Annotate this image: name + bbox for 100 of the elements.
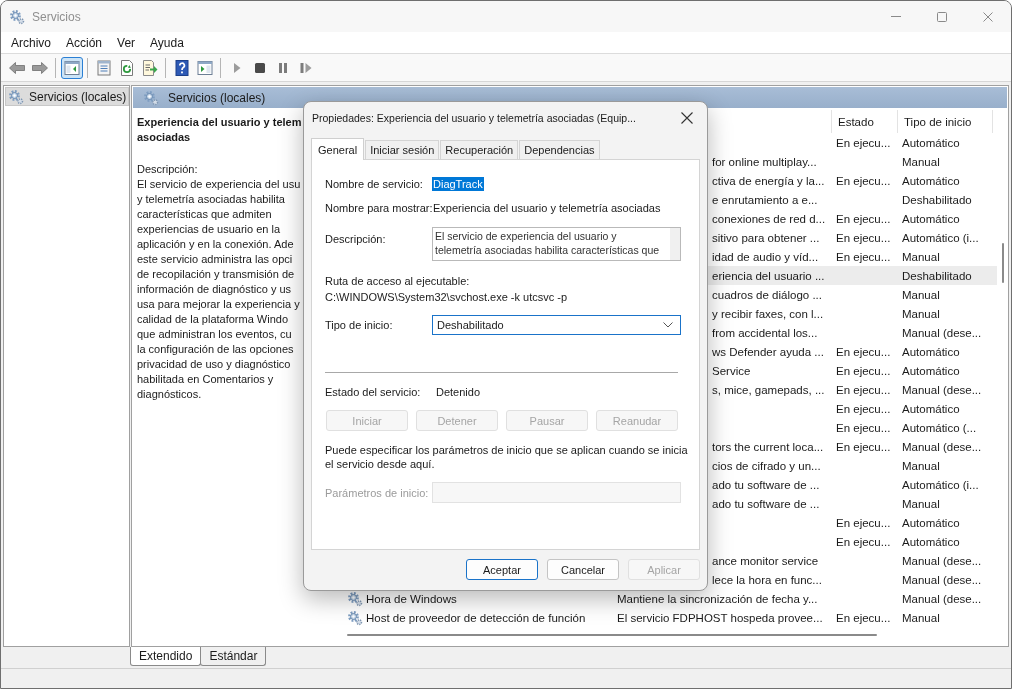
table-cell: ado tu software de ... xyxy=(712,478,820,491)
table-cell: ws Defender ayuda ... xyxy=(712,345,824,358)
column-header[interactable]: Estado xyxy=(838,115,874,128)
table-cell: En ejecu... xyxy=(836,231,891,244)
table-cell: Service xyxy=(712,364,751,377)
table-cell: Manual xyxy=(902,497,940,510)
table-cell: Manual xyxy=(902,459,940,472)
dialog-button[interactable]: Aceptar xyxy=(466,559,538,580)
table-cell: for online multiplay... xyxy=(712,155,817,168)
right-arrow-icon xyxy=(31,59,48,76)
table-row[interactable]: Hora de Windows Mantiene la sincronización de fecha y... Manual (dese... xyxy=(342,589,997,608)
table-cell: eriencia del usuario ... xyxy=(712,269,825,282)
table-cell: Automático (i... xyxy=(902,478,979,491)
table-cell: Automático xyxy=(902,212,960,225)
table-cell: s, mice, gamepads, ... xyxy=(712,383,825,396)
service-description: El servicio de experiencia del usu y telemetría asociadas habilita características que admiten experiencias de usuario en la aplicación y en la conexión. Ade este servicio administra las opci de recopilación y transmisión de información de diagnóstico y us usa para mejorar la experiencia y calidad de la plataforma Windo que administran los eventos, cu la configuración de las opciones privacidad de uso y diagnóstico habilitada en Comentarios y diagnósticos. xyxy=(137,177,301,402)
field-label: Descripción: xyxy=(325,232,387,246)
table-cell: Automático xyxy=(902,402,960,415)
table-cell: En ejecu... xyxy=(836,402,891,415)
service-title: Experiencia del usuario y telem asociadas xyxy=(137,115,302,145)
table-cell: conexiones de red d... xyxy=(712,212,826,225)
window-pane-icon xyxy=(63,59,80,76)
table-cell: Automático xyxy=(902,364,960,377)
table-cell: tors the current loca... xyxy=(712,440,824,453)
table-cell: En ejecu... xyxy=(836,174,891,187)
tab[interactable]: Recuperación xyxy=(440,140,519,159)
menu-item[interactable]: Ayuda xyxy=(143,33,191,52)
table-cell: En ejecu... xyxy=(836,136,891,149)
field-label: Nombre de servicio: xyxy=(325,177,424,191)
document-list-icon xyxy=(95,59,112,76)
view-tab[interactable]: Estándar xyxy=(200,647,267,666)
maximize-icon xyxy=(937,11,947,22)
table-cell: Automático xyxy=(902,535,960,548)
help-icon xyxy=(173,59,190,76)
table-cell: ado tu software de ... xyxy=(712,497,820,510)
field-label: Estado del servicio: xyxy=(325,385,422,399)
table-cell: Manual (dese... xyxy=(902,554,982,567)
table-cell: Manual (dese... xyxy=(902,383,982,396)
table-cell: Automático xyxy=(902,345,960,358)
field-value: C:\WINDOWS\System32\svchost.exe -k utcsvc -p xyxy=(325,290,568,304)
table-cell: Manual (dese... xyxy=(902,326,982,339)
window-title: Servicios xyxy=(32,9,81,24)
field-label: Ruta de acceso al ejecutable: xyxy=(325,274,470,288)
menu-item[interactable]: Acción xyxy=(59,33,110,52)
table-cell: Deshabilitado xyxy=(902,269,972,282)
dialog-button[interactable]: Cancelar xyxy=(547,559,619,580)
table-cell: En ejecu... xyxy=(836,345,891,358)
table-cell: Mantiene la sincronización de fecha y... xyxy=(617,592,818,605)
table-cell: El servicio FDPHOST hospeda provee... xyxy=(617,611,823,624)
table-cell: ctiva de energía y la... xyxy=(712,174,825,187)
table-cell: ance monitor service xyxy=(712,554,819,567)
table-cell: En ejecu... xyxy=(836,212,891,225)
tab[interactable]: Iniciar sesión xyxy=(365,140,440,159)
tree-item[interactable]: Servicios (locales) xyxy=(5,87,130,106)
tab[interactable]: Dependencias xyxy=(519,140,600,159)
menu-item[interactable]: Archivo xyxy=(4,33,58,52)
table-cell: En ejecu... xyxy=(836,383,891,396)
gear-icon xyxy=(347,609,363,626)
table-cell: En ejecu... xyxy=(836,535,891,548)
field-value: Detenido xyxy=(436,385,481,399)
view-tab[interactable]: Extendido xyxy=(130,647,202,666)
table-cell: Manual xyxy=(902,611,940,624)
table-cell: En ejecu... xyxy=(836,364,891,377)
table-cell: lece la hora en func... xyxy=(712,573,822,586)
table-cell: En ejecu... xyxy=(836,516,891,529)
table-cell: sitivo para obtener ... xyxy=(712,231,820,244)
field-value: Experiencia del usuario y telemetría asociadas xyxy=(433,201,661,215)
table-cell: Manual (dese... xyxy=(902,592,982,605)
description-box[interactable]: El servicio de experiencia del usuario y telemetría asociadas habilita características que xyxy=(432,227,681,261)
window-play-icon xyxy=(196,59,213,76)
table-cell: from accidental los... xyxy=(712,326,818,339)
table-cell: En ejecu... xyxy=(836,421,891,434)
startup-type-dropdown[interactable]: Deshabilitado xyxy=(432,315,681,335)
left-arrow-icon xyxy=(8,59,25,76)
gear-icon xyxy=(9,8,25,25)
table-cell: Manual xyxy=(902,307,940,320)
field-label: Parámetros de inicio: xyxy=(325,485,430,500)
field-label: Tipo de inicio: xyxy=(325,318,394,332)
close-icon xyxy=(983,11,993,22)
table-cell: cios de cifrado y un... xyxy=(712,459,821,472)
document-refresh-icon xyxy=(118,59,135,76)
close-icon xyxy=(681,111,693,124)
menu-item[interactable]: Ver xyxy=(110,33,143,52)
tab[interactable]: General xyxy=(311,138,365,160)
table-row[interactable]: Host de proveedor de detección de función El servicio FDPHOST hospeda provee... En ejecu... Manual xyxy=(342,608,997,627)
chevron-down-icon xyxy=(663,322,673,328)
gear-icon xyxy=(143,89,159,106)
description-label: Descripción: xyxy=(137,162,198,177)
table-cell: Hora de Windows xyxy=(366,592,457,605)
document-arrow-icon xyxy=(141,59,158,76)
toolbar-button[interactable] xyxy=(60,56,83,79)
table-cell: Automático (i... xyxy=(902,231,979,244)
gear-icon xyxy=(8,88,24,105)
table-cell: En ejecu... xyxy=(836,250,891,263)
column-header[interactable]: Tipo de inicio xyxy=(904,115,972,128)
table-cell: Manual xyxy=(902,288,940,301)
table-cell: Host de proveedor de detección de función xyxy=(366,611,586,624)
table-cell: En ejecu... xyxy=(836,440,891,453)
dialog-title: Propiedades: Experiencia del usuario y telemetría asociadas (Equip... xyxy=(312,111,636,124)
hint-text: Puede especificar los parámetros de inicio que se aplican cuando se inicia el servicio desde aquí. xyxy=(325,443,689,471)
